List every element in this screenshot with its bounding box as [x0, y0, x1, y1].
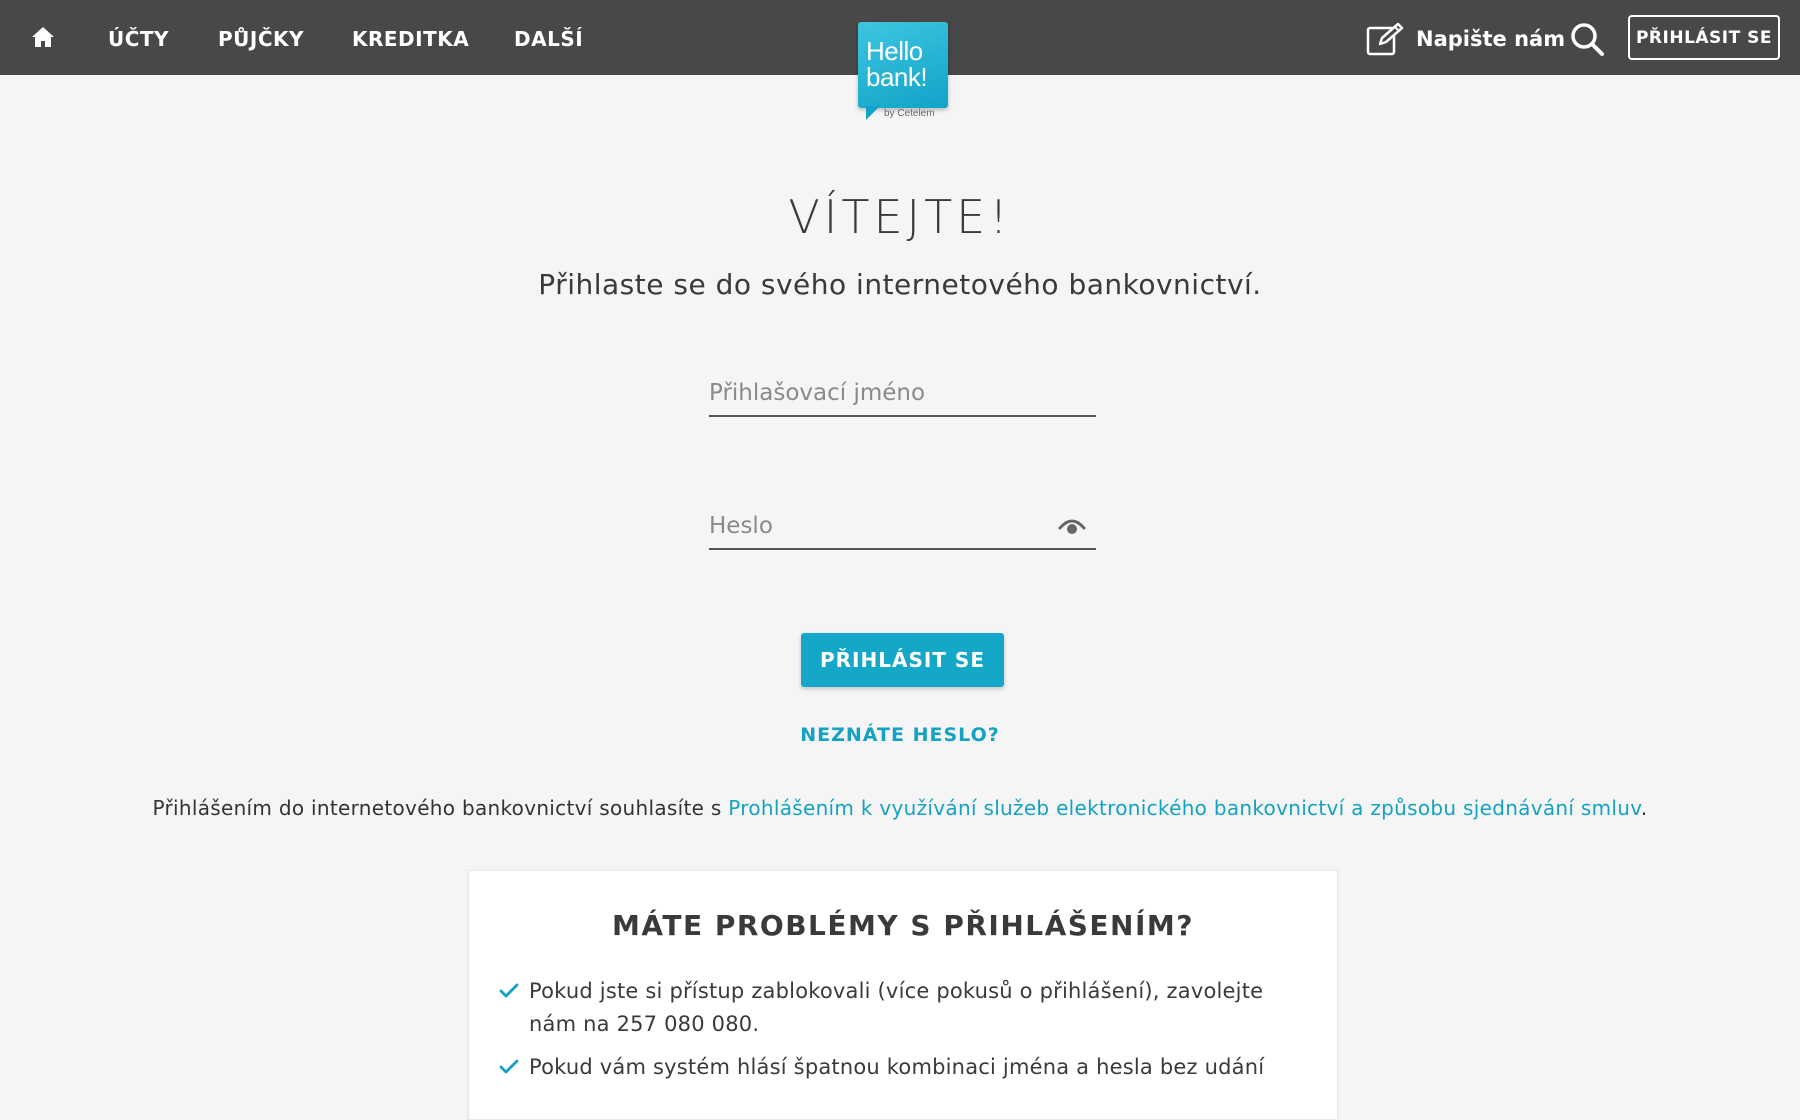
login-button-header[interactable]: PŘIHLÁSIT SE — [1628, 15, 1780, 60]
username-field — [709, 365, 1096, 417]
write-us-label: Napište nám — [1416, 27, 1566, 51]
problems-list: Pokud jste si přístup zablokovali (více … — [499, 975, 1279, 1094]
forgot-password-container: NEZNÁTE HESLO? — [0, 724, 1800, 746]
problem-text: Pokud vám systém hlásí špatnou kombinaci… — [529, 1055, 1265, 1079]
logo-tail — [866, 106, 880, 120]
username-input[interactable] — [709, 365, 1096, 415]
check-icon — [499, 1059, 519, 1074]
check-icon — [499, 983, 519, 998]
forgot-password-link[interactable]: NEZNÁTE HESLO? — [800, 724, 1000, 746]
consent-text: Přihlášením do internetového bankovnictv… — [0, 796, 1800, 820]
consent-prefix: Přihlášením do internetového bankovnictv… — [152, 796, 729, 820]
login-problems-card: MÁTE PROBLÉMY S PŘIHLÁŠENÍM? Pokud jste … — [468, 870, 1338, 1120]
nav-item-accounts[interactable]: ÚČTY — [108, 24, 169, 54]
edit-icon — [1366, 22, 1404, 56]
list-item: Pokud vám systém hlásí špatnou kombinaci… — [499, 1051, 1279, 1084]
nav-item-loans[interactable]: PŮJČKY — [218, 24, 304, 54]
consent-terms-link[interactable]: Prohlášením k využívání služeb elektroni… — [728, 796, 1641, 820]
home-icon[interactable] — [28, 24, 58, 50]
login-button[interactable]: PŘIHLÁSIT SE — [801, 633, 1004, 687]
show-password-icon[interactable] — [1058, 514, 1086, 536]
nav-item-credit-card[interactable]: KREDITKA — [352, 24, 469, 54]
page-title: VÍTEJTE! — [788, 190, 1012, 244]
logo-text: Hello bank! — [866, 36, 928, 92]
password-field — [709, 498, 1096, 550]
problems-title: MÁTE PROBLÉMY S PŘIHLÁŠENÍM? — [611, 909, 1195, 942]
search-icon[interactable] — [1568, 20, 1606, 58]
consent-suffix: . — [1640, 796, 1648, 820]
problem-text: Pokud jste si přístup zablokovali (více … — [529, 979, 1264, 1036]
password-input[interactable] — [709, 498, 1096, 548]
logo-subtitle: by Cetelem — [884, 108, 935, 119]
write-us-link[interactable]: Napište nám — [1366, 20, 1565, 58]
logo-line1: Hello — [866, 36, 923, 66]
list-item: Pokud jste si přístup zablokovali (více … — [499, 975, 1279, 1041]
logo-line2: bank! — [866, 62, 928, 92]
hello-bank-logo[interactable]: Hello bank! by Cetelem — [858, 22, 948, 120]
page-subtitle: Přihlaste se do svého internetového bank… — [538, 268, 1262, 301]
nav-item-more[interactable]: DALŠÍ — [514, 24, 583, 54]
